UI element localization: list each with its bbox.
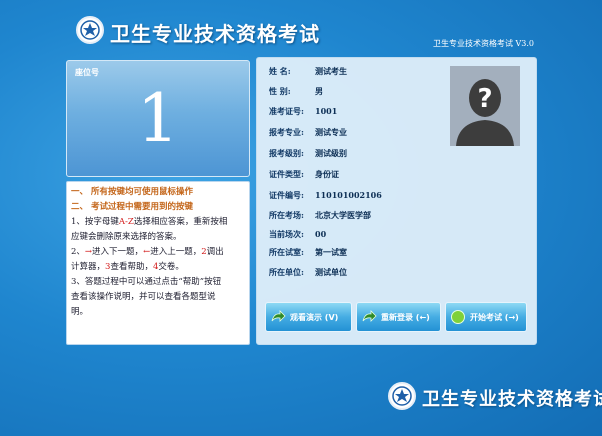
version-label: 卫生专业技术资格考试 V3.0 <box>432 39 534 48</box>
footer-logo-icon <box>388 382 416 410</box>
start-exam-label: 开始考试 (→) <box>470 312 519 322</box>
info-row-id-type: 证件类型: 身份证 <box>269 169 339 179</box>
svg-text:?: ? <box>477 84 492 114</box>
info-row-exam-site: 所在考场: 北京大学医学部 <box>269 210 371 220</box>
info-row-level: 报考级别: 测试级别 <box>269 148 347 158</box>
arrow-icon <box>270 309 286 325</box>
relogin-label: 重新登录 (←) <box>381 312 430 322</box>
info-row-session: 当前场次: 00 <box>269 229 327 239</box>
instruction-line: 应键会删除原来选择的答案。 <box>71 232 182 242</box>
instruction-line: 2、→进入下一题，←进入上一题，2调出 <box>71 247 224 257</box>
info-row-unit: 所在单位: 测试单位 <box>269 267 347 277</box>
info-row-gender: 性 别: 男 <box>269 86 323 96</box>
instruction-line: 计算器，3查看帮助，4交卷。 <box>71 262 184 272</box>
instructions-panel: 一、 所有按键均可使用鼠标操作 二、 考试过程中需要用到的按键 1、按字母键A-… <box>66 181 250 345</box>
footer-title: 卫生专业技术资格考试 <box>422 389 602 410</box>
seat-label: 座位号 <box>75 68 99 77</box>
watch-demo-button[interactable]: 观看演示 (V) <box>265 302 352 332</box>
info-row-name: 姓 名: 测试考生 <box>269 66 347 76</box>
instruction-line: 1、按字母键A-Z选择相应答案，重新按相 <box>71 217 228 227</box>
arrow-icon <box>361 309 377 325</box>
avatar-placeholder-icon: ? <box>450 66 520 146</box>
seat-number: 1 <box>137 80 179 157</box>
info-row-ticket: 准考证号: 1001 <box>269 106 338 116</box>
app-title: 卫生专业技术资格考试 <box>110 22 320 46</box>
start-circle-icon <box>450 309 466 325</box>
instruction-heading-2: 二、 考试过程中需要用到的按键 <box>71 202 193 212</box>
instruction-line: 明。 <box>71 307 89 317</box>
logo-icon <box>76 16 104 44</box>
candidate-info-panel: 姓 名: 测试考生 性 别: 男 准考证号: 1001 报考专业: 测试专业 报考级别:… <box>256 57 537 345</box>
seat-panel: 座位号 1 <box>66 60 250 177</box>
instruction-heading-1: 一、 所有按键均可使用鼠标操作 <box>71 187 193 197</box>
watch-demo-label: 观看演示 (V) <box>290 312 339 322</box>
start-exam-button[interactable]: 开始考试 (→) <box>445 302 527 332</box>
info-row-room: 所在试室: 第一试室 <box>269 247 347 257</box>
key-label: A-Z <box>118 217 134 227</box>
info-row-id-number: 证件编号: 110101002106 <box>269 190 382 200</box>
instruction-line: 3、答题过程中可以通过点击“帮助”按钮 <box>71 277 222 287</box>
candidate-photo: ? <box>450 66 520 146</box>
right-arrow-icon: → <box>84 247 93 257</box>
instruction-line: 查看该操作说明，并可以查看各题型说 <box>71 292 216 302</box>
info-row-major: 报考专业: 测试专业 <box>269 127 347 137</box>
relogin-button[interactable]: 重新登录 (←) <box>356 302 441 332</box>
